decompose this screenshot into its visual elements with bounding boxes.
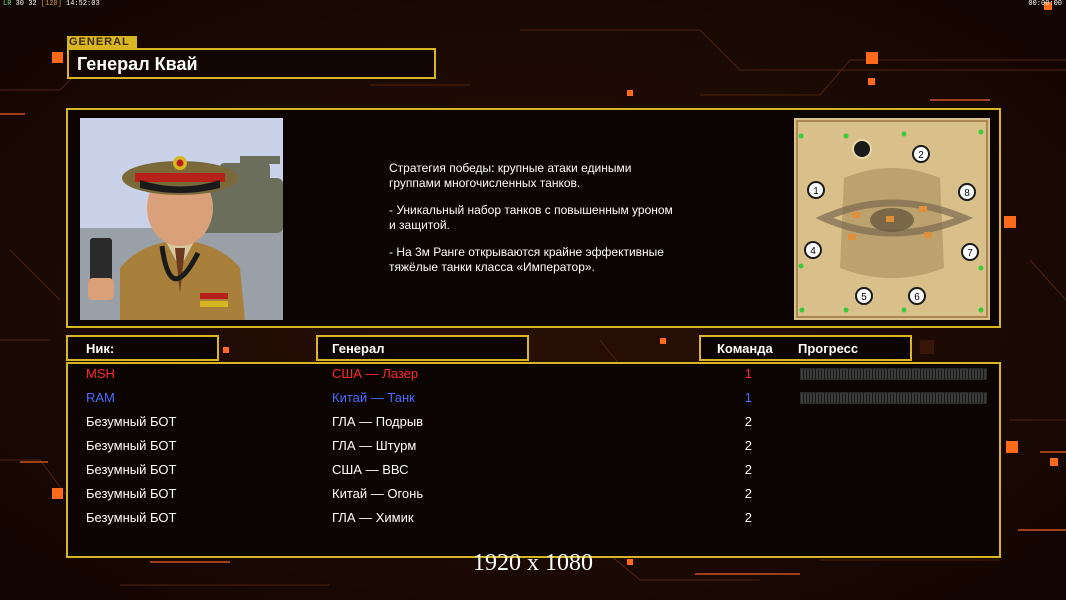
header-nick: Ник: (66, 335, 219, 361)
player-general: ГЛА — Штурм (332, 438, 417, 453)
description-line: Стратегия победы: крупные атаки едиными … (389, 161, 632, 190)
hud-bar: LR 30 32 [120] 14:52:03 00:00:00 (0, 0, 1066, 9)
player-team: 2 (744, 486, 752, 501)
player-row[interactable]: Безумный БОТ ГЛА — Подрыв 2 (0, 414, 1066, 438)
player-nick: Безумный БОТ (86, 510, 177, 525)
start-position-label: 4 (810, 246, 816, 257)
player-nick: MSH (86, 366, 115, 381)
general-portrait (80, 118, 283, 320)
load-progress-bar (800, 368, 987, 380)
start-position-label: 8 (964, 188, 970, 199)
player-general: США — ВВС (332, 462, 409, 477)
player-row[interactable]: RAM Китай — Танк 1 (0, 390, 1066, 414)
header-general-label: Генерал (332, 341, 385, 356)
player-row[interactable]: Безумный БОТ США — ВВС 2 (0, 462, 1066, 486)
map-preview[interactable]: 2 1 8 4 7 5 6 (794, 118, 990, 320)
header-nick-label: Ник: (86, 341, 115, 356)
player-row[interactable]: Безумный БОТ Китай — Огонь 2 (0, 486, 1066, 510)
fps-limit: [120] (40, 0, 62, 8)
general-description: Стратегия победы: крупные атаки едиными … (389, 161, 719, 287)
fps-prefix: LR (3, 0, 12, 8)
player-team: 1 (744, 366, 752, 381)
start-position-marker[interactable]: 2 (912, 145, 930, 163)
player-nick: RAM (86, 390, 115, 405)
fps-counter: LR 30 32 [120] 14:52:03 (3, 0, 100, 9)
start-position-label: 6 (914, 292, 920, 303)
description-line: - Уникальный набор танков с повышенным у… (389, 203, 673, 232)
start-position-label: 5 (861, 292, 867, 303)
header-team-label: Команда (717, 341, 773, 356)
header-general: Генерал (316, 335, 529, 361)
player-general: США — Лазер (332, 366, 419, 381)
resolution-label: 1920 x 1080 (473, 550, 593, 576)
player-team: 2 (744, 510, 752, 525)
start-position-label: 1 (813, 186, 819, 197)
start-position-marker[interactable]: 8 (958, 183, 976, 201)
player-team: 1 (744, 390, 752, 405)
header-progress-label: Прогресс (798, 341, 859, 356)
general-tag: GENERAL (67, 36, 137, 48)
player-row[interactable]: MSH США — Лазер 1 (0, 366, 1066, 390)
load-progress-bar (800, 392, 987, 404)
start-position-marker[interactable]: 7 (961, 243, 979, 261)
fps-values: 30 32 (15, 0, 37, 8)
player-team: 2 (744, 462, 752, 477)
player-team: 2 (744, 438, 752, 453)
start-position-label: 2 (918, 150, 924, 161)
player-general: Китай — Танк (332, 390, 415, 405)
header-team-progress: Команда Прогресс (699, 335, 912, 361)
start-position-marker[interactable]: 4 (804, 241, 822, 259)
player-nick: Безумный БОТ (86, 414, 177, 429)
system-clock: 14:52:03 (66, 0, 100, 8)
start-position-marker[interactable]: 5 (855, 287, 873, 305)
general-title-box: Генерал Квай (67, 48, 436, 79)
description-line: - На 3м Ранге открываются крайне эффекти… (389, 245, 664, 274)
player-row[interactable]: Безумный БОТ ГЛА — Химик 2 (0, 510, 1066, 534)
game-timer: 00:00:00 (1028, 0, 1062, 8)
player-nick: Безумный БОТ (86, 486, 177, 501)
player-nick: Безумный БОТ (86, 438, 177, 453)
player-general: ГЛА — Подрыв (332, 414, 424, 429)
player-general: ГЛА — Химик (332, 510, 414, 525)
general-name: Генерал Квай (77, 54, 198, 74)
start-position-marker[interactable]: 6 (908, 287, 926, 305)
start-position-label: 7 (967, 248, 973, 259)
player-team: 2 (744, 414, 752, 429)
player-row[interactable]: Безумный БОТ ГЛА — Штурм 2 (0, 438, 1066, 462)
start-position-marker[interactable]: 1 (807, 181, 825, 199)
player-nick: Безумный БОТ (86, 462, 177, 477)
player-general: Китай — Огонь (332, 486, 424, 501)
